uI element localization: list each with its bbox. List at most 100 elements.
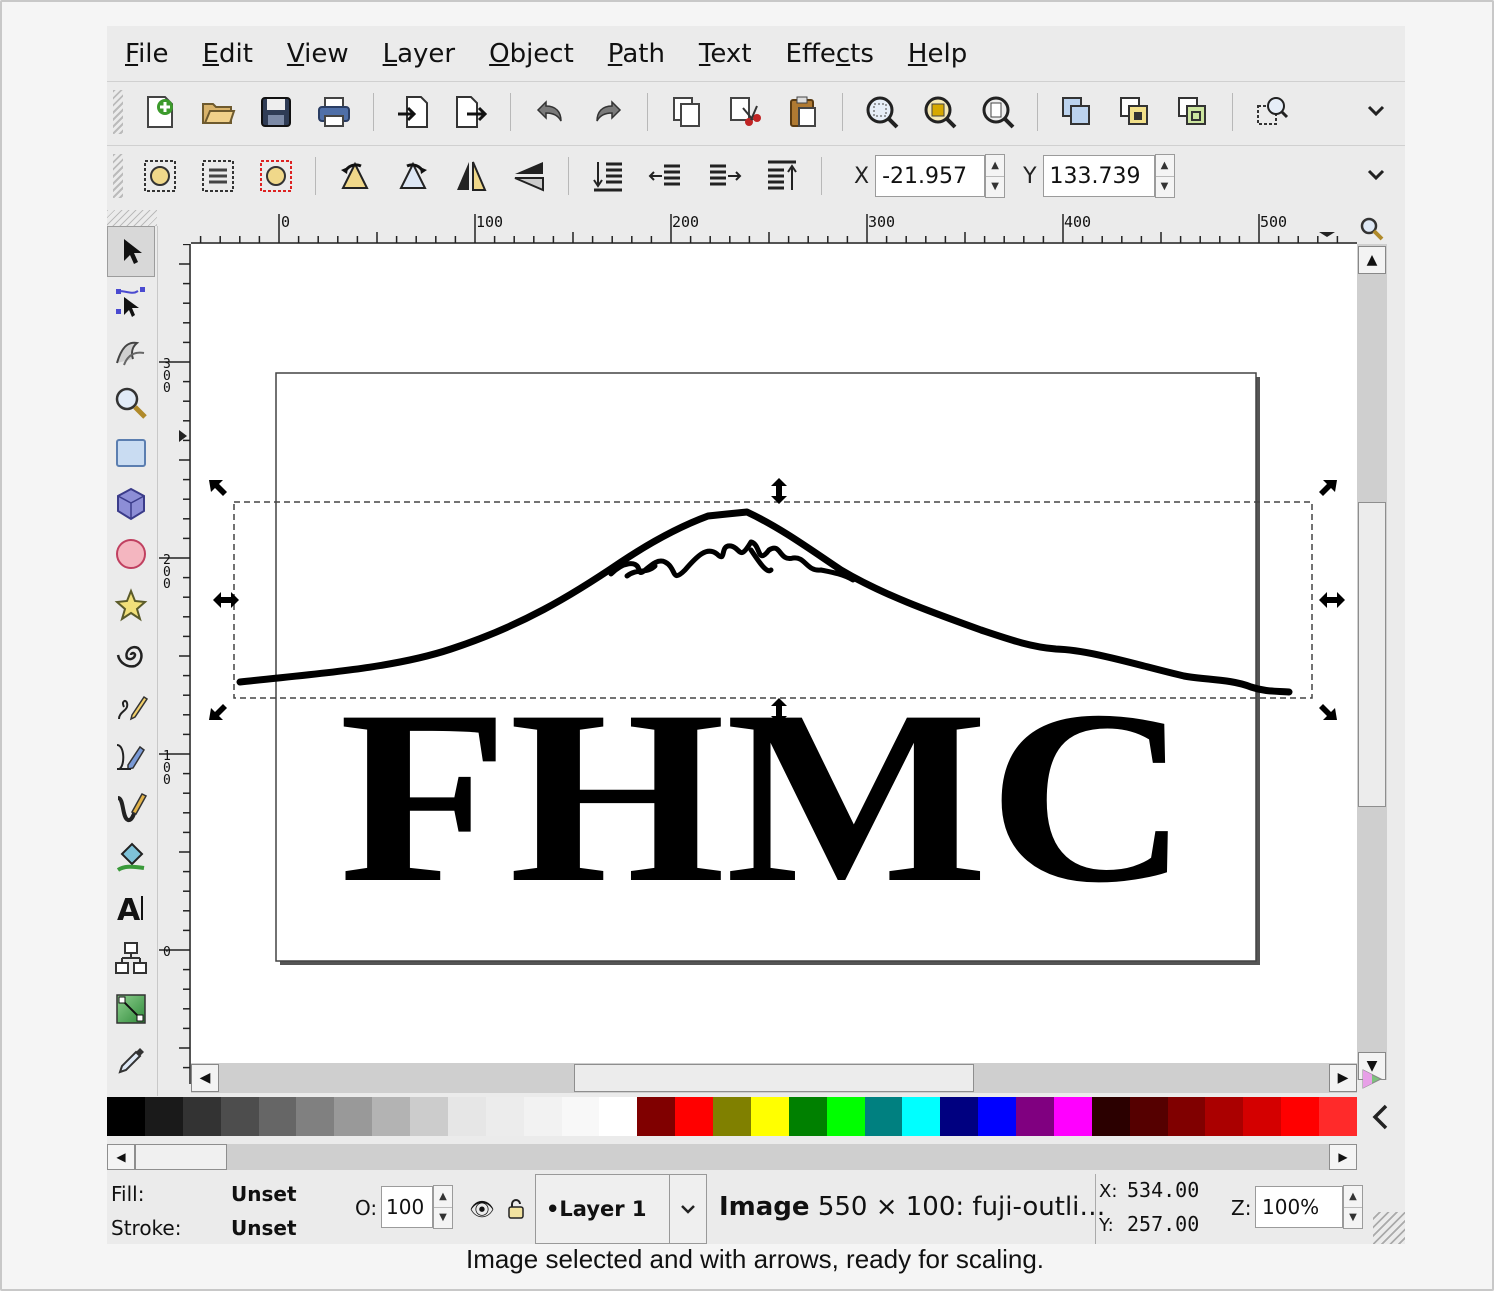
paste-icon[interactable] bbox=[779, 88, 827, 136]
flip-horizontal-icon[interactable] bbox=[447, 152, 495, 200]
opacity-input[interactable] bbox=[381, 1186, 433, 1228]
color-swatch[interactable] bbox=[826, 1097, 865, 1136]
flip-vertical-icon[interactable] bbox=[505, 152, 553, 200]
connector-tool-icon[interactable] bbox=[107, 933, 155, 984]
color-swatch[interactable] bbox=[713, 1097, 751, 1136]
color-swatch[interactable] bbox=[902, 1097, 941, 1136]
menu-effects[interactable]: Effects bbox=[768, 39, 890, 69]
menu-path[interactable]: Path bbox=[590, 39, 681, 69]
rotate-ccw-icon[interactable] bbox=[331, 152, 379, 200]
color-managed-icon[interactable] bbox=[1359, 1066, 1385, 1092]
color-swatch[interactable] bbox=[750, 1097, 789, 1136]
spin-down-icon[interactable]: ▼ bbox=[434, 1206, 452, 1229]
star-tool-icon[interactable] bbox=[107, 580, 155, 631]
spin-down-icon[interactable]: ▼ bbox=[1344, 1206, 1362, 1229]
gradient-tool-icon[interactable] bbox=[107, 984, 155, 1035]
color-swatch[interactable] bbox=[637, 1097, 676, 1136]
clone-icon[interactable] bbox=[1111, 88, 1159, 136]
undo-icon[interactable] bbox=[526, 88, 574, 136]
scroll-right-icon[interactable]: ▶ bbox=[1329, 1064, 1357, 1092]
unlock-icon[interactable] bbox=[503, 1196, 529, 1222]
zoom-page-icon[interactable] bbox=[974, 88, 1022, 136]
color-swatch[interactable] bbox=[1167, 1097, 1206, 1136]
chevron-down-icon[interactable] bbox=[1361, 160, 1391, 190]
menu-help[interactable]: Help bbox=[890, 39, 983, 69]
redo-icon[interactable] bbox=[584, 88, 632, 136]
x-input[interactable] bbox=[875, 155, 986, 197]
zoom-selection-icon[interactable] bbox=[858, 88, 906, 136]
palette-menu-icon[interactable] bbox=[1365, 1100, 1395, 1134]
menu-view[interactable]: View bbox=[269, 39, 365, 69]
y-input[interactable] bbox=[1042, 155, 1155, 197]
color-swatch[interactable] bbox=[1205, 1097, 1244, 1136]
color-swatch[interactable] bbox=[258, 1097, 297, 1136]
save-icon[interactable] bbox=[252, 88, 300, 136]
palette-scroll-thumb[interactable] bbox=[135, 1144, 227, 1170]
color-swatch[interactable] bbox=[1091, 1097, 1130, 1136]
rotate-cw-icon[interactable] bbox=[389, 152, 437, 200]
toolbar-grip[interactable] bbox=[113, 154, 123, 198]
chevron-down-icon[interactable] bbox=[669, 1175, 706, 1243]
spin-up-icon[interactable]: ▲ bbox=[434, 1186, 452, 1207]
spin-up-icon[interactable]: ▲ bbox=[986, 155, 1004, 176]
color-swatch[interactable] bbox=[940, 1097, 979, 1136]
color-swatch[interactable] bbox=[864, 1097, 903, 1136]
zoom-input[interactable] bbox=[1255, 1186, 1343, 1228]
color-swatch[interactable] bbox=[1281, 1097, 1319, 1136]
drawing-canvas[interactable]: FHMC bbox=[191, 244, 1357, 1082]
color-swatch[interactable] bbox=[447, 1097, 486, 1136]
chevron-down-icon[interactable] bbox=[1361, 96, 1391, 126]
color-swatch[interactable] bbox=[220, 1097, 259, 1136]
spin-up-icon[interactable]: ▲ bbox=[1156, 155, 1174, 176]
unlink-clone-icon[interactable] bbox=[1169, 88, 1217, 136]
color-swatch[interactable] bbox=[1319, 1097, 1357, 1136]
menu-file[interactable]: File bbox=[107, 39, 185, 69]
select-all-icon[interactable] bbox=[136, 152, 184, 200]
color-swatch[interactable] bbox=[1053, 1097, 1092, 1136]
fill-value[interactable]: Unset bbox=[231, 1182, 297, 1206]
node-tool-icon[interactable] bbox=[107, 277, 155, 328]
paint-bucket-tool-icon[interactable] bbox=[107, 832, 155, 883]
zoom-tool-icon[interactable] bbox=[107, 378, 155, 429]
scroll-right-icon[interactable]: ▶ bbox=[1329, 1144, 1357, 1170]
print-icon[interactable] bbox=[310, 88, 358, 136]
eye-icon[interactable]: 👁 bbox=[469, 1196, 495, 1222]
zoom-corner-icon[interactable] bbox=[1359, 216, 1385, 242]
color-swatch[interactable] bbox=[182, 1097, 221, 1136]
scroll-up-icon[interactable]: ▲ bbox=[1358, 246, 1386, 274]
scroll-left-icon[interactable]: ◀ bbox=[107, 1144, 135, 1170]
deselect-icon[interactable] bbox=[252, 152, 300, 200]
ellipse-tool-icon[interactable] bbox=[107, 529, 155, 580]
color-swatch[interactable] bbox=[1243, 1097, 1282, 1136]
copy-icon[interactable] bbox=[663, 88, 711, 136]
duplicate-icon[interactable] bbox=[1053, 88, 1101, 136]
color-swatch[interactable] bbox=[372, 1097, 410, 1136]
dropper-tool-icon[interactable] bbox=[107, 1034, 155, 1085]
spin-up-icon[interactable]: ▲ bbox=[1344, 1186, 1362, 1207]
menu-text[interactable]: Text bbox=[681, 39, 768, 69]
color-swatch[interactable] bbox=[523, 1097, 562, 1136]
horizontal-ruler[interactable]: 0 100 200 300 400 500 bbox=[191, 210, 1357, 244]
new-document-icon[interactable] bbox=[136, 88, 184, 136]
menu-edit[interactable]: Edit bbox=[185, 39, 269, 69]
spiral-tool-icon[interactable] bbox=[107, 630, 155, 681]
calligraphy-tool-icon[interactable] bbox=[107, 782, 155, 833]
menu-layer[interactable]: Layer bbox=[365, 39, 472, 69]
import-icon[interactable] bbox=[389, 88, 437, 136]
color-swatch[interactable] bbox=[334, 1097, 373, 1136]
raise-icon[interactable] bbox=[642, 152, 690, 200]
text-tool-icon[interactable]: A bbox=[107, 883, 155, 934]
lower-icon[interactable] bbox=[700, 152, 748, 200]
pencil-tool-icon[interactable] bbox=[107, 681, 155, 732]
color-swatch[interactable] bbox=[107, 1097, 145, 1136]
vertical-ruler[interactable]: 300 200 100 0 bbox=[157, 243, 191, 1084]
export-icon[interactable] bbox=[447, 88, 495, 136]
color-swatch[interactable] bbox=[599, 1097, 638, 1136]
vertical-scroll-thumb[interactable] bbox=[1358, 502, 1386, 807]
color-swatch[interactable] bbox=[144, 1097, 183, 1136]
lower-to-bottom-icon[interactable] bbox=[758, 152, 806, 200]
xml-editor-icon[interactable] bbox=[1248, 88, 1296, 136]
zoom-drawing-icon[interactable] bbox=[916, 88, 964, 136]
layer-selector[interactable]: •Layer 1 bbox=[535, 1174, 707, 1244]
color-swatch[interactable] bbox=[978, 1097, 1016, 1136]
